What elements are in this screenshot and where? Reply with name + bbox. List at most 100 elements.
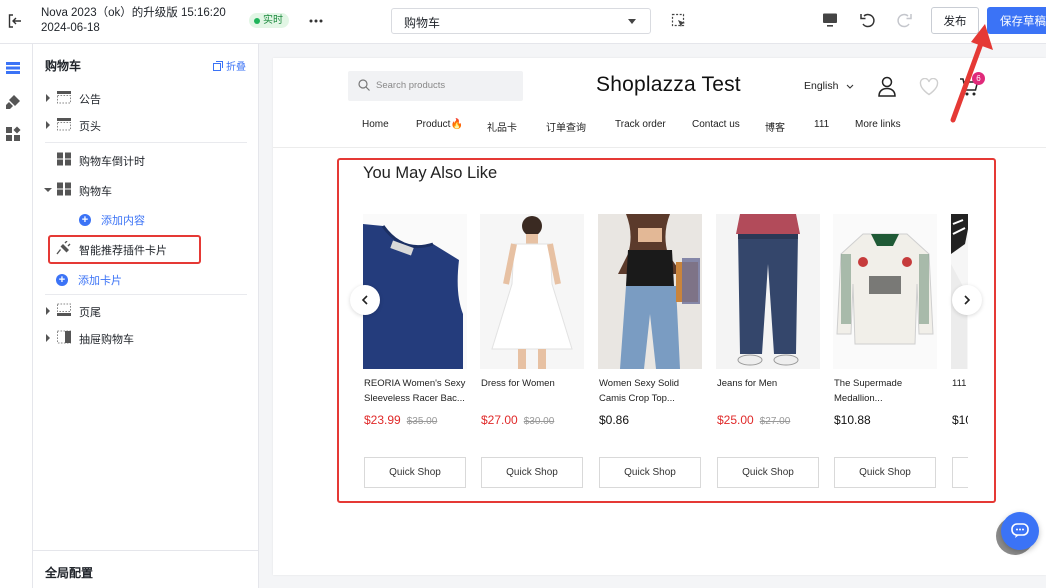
save-draft-button[interactable]: 保存草稿	[987, 7, 1046, 34]
plus-icon: +	[79, 214, 91, 226]
exit-icon[interactable]	[6, 12, 24, 30]
nav-item-track-order[interactable]: Track order	[615, 119, 666, 130]
add-content-button[interactable]: + 添加内容	[79, 212, 145, 228]
product-price: $10	[952, 413, 968, 427]
product-image-tank-top[interactable]	[363, 214, 467, 369]
product-price-value: $0.86	[599, 413, 630, 427]
global-settings-label: 全局配置	[45, 566, 94, 580]
quick-shop-button[interactable]: Quick Shop	[717, 457, 819, 488]
product-name[interactable]: Women Sexy Solid Camis Crop Top...	[599, 376, 707, 406]
add-card-button[interactable]: + 添加卡片	[56, 272, 122, 288]
apps-icon[interactable]	[5, 126, 21, 142]
sections-sidebar: 购物车 折叠 公告 页头 购物车倒计时 购物车 + 添加内容 智能推荐插件卡片 …	[33, 44, 259, 588]
sale-price: $25.00	[717, 413, 754, 427]
product-name[interactable]: REORIA Women's Sexy Sleeveless Racer Bac…	[364, 376, 472, 406]
store-search-input[interactable]: Search products	[348, 71, 523, 101]
section-block-icon	[57, 330, 71, 344]
nav-item-111[interactable]: 111	[814, 119, 829, 130]
product-price: $23.99 $35.00	[364, 413, 437, 427]
live-dot-icon	[254, 17, 260, 24]
page-select[interactable]: 购物车	[391, 8, 651, 34]
section-block-icon	[57, 303, 71, 316]
collapse-icon	[213, 60, 223, 71]
search-icon	[358, 79, 370, 91]
sidebar-item-label: 购物车	[79, 186, 112, 198]
product-price: $0.86	[599, 413, 629, 427]
undo-icon[interactable]	[859, 11, 877, 29]
header-divider	[273, 147, 1046, 148]
sidebar-item-header[interactable]: 页头	[33, 113, 259, 137]
product-price: $27.00 $30.00	[481, 413, 554, 427]
sidebar-item-footer[interactable]: 页尾	[33, 299, 259, 323]
collapse-all-label: 折叠	[226, 62, 246, 73]
nav-item-gift-card[interactable]: 礼品卡	[487, 119, 517, 134]
nav-item-more-links[interactable]: More links	[855, 119, 901, 130]
product-price-value: $10.88	[834, 413, 871, 427]
product-image-jeans[interactable]	[716, 214, 820, 369]
product-name[interactable]: Jeans for Men	[717, 376, 825, 391]
nav-item-contact[interactable]: Contact us	[692, 119, 740, 130]
sale-price: $23.99	[364, 413, 401, 427]
chevron-down-icon	[847, 84, 854, 89]
live-badge-label: 实时	[263, 15, 283, 26]
product-price-value: $10	[952, 413, 968, 427]
wishlist-icon[interactable]	[919, 78, 939, 96]
theme-date: 2024-06-18	[41, 22, 100, 34]
product-image-varsity-jacket[interactable]	[833, 214, 937, 369]
collapse-all-button[interactable]: 折叠	[213, 58, 246, 73]
quick-shop-button[interactable]: Quick Shop	[481, 457, 583, 488]
quick-shop-button[interactable]	[952, 457, 968, 488]
chevron-right-icon[interactable]	[45, 94, 51, 102]
product-image-camis-top[interactable]	[598, 214, 702, 369]
nav-item-product[interactable]: Product🔥	[416, 119, 463, 130]
language-selector[interactable]: English	[804, 80, 854, 92]
chevron-right-icon[interactable]	[45, 307, 51, 315]
preview-canvas: Search products Shoplazza Test English 6…	[273, 58, 1046, 575]
more-icon[interactable]	[307, 13, 325, 29]
product-image-white-dress[interactable]	[480, 214, 584, 369]
desktop-preview-icon[interactable]	[821, 12, 839, 28]
theme-style-icon[interactable]	[5, 94, 21, 110]
chevron-right-icon	[964, 295, 971, 305]
product-price: $25.00 $27.00	[717, 413, 790, 427]
nav-item-order-lookup[interactable]: 订单查询	[546, 119, 586, 134]
divider	[45, 142, 247, 143]
store-logo[interactable]: Shoplazza Test	[596, 73, 741, 97]
account-icon[interactable]	[877, 76, 897, 97]
chevron-down-icon[interactable]	[44, 187, 52, 193]
product-name[interactable]: 111	[952, 376, 968, 391]
chevron-right-icon[interactable]	[45, 334, 51, 342]
grid-section-icon	[57, 152, 71, 166]
quick-shop-button[interactable]: Quick Shop	[364, 457, 466, 488]
nav-item-blog[interactable]: 博客	[765, 119, 785, 134]
sidebar-item-cart[interactable]: 购物车	[33, 178, 259, 202]
global-settings[interactable]: 全局配置	[33, 550, 259, 588]
product-name[interactable]: Dress for Women	[481, 376, 589, 391]
sidebar-item-announcement[interactable]: 公告	[33, 86, 259, 110]
product-carousel: REORIA Women's Sexy Sleeveless Racer Bac…	[363, 214, 968, 489]
sidebar-item-label: 页头	[79, 121, 101, 133]
chat-icon	[1011, 523, 1029, 538]
add-content-label: 添加内容	[101, 215, 145, 227]
annotation-arrow-icon	[950, 24, 993, 123]
sidebar-item-cart-countdown[interactable]: 购物车倒计时	[33, 148, 259, 172]
carousel-prev-button[interactable]	[350, 285, 380, 315]
quick-shop-button[interactable]: Quick Shop	[599, 457, 701, 488]
section-title: You May Also Like	[363, 164, 498, 182]
compare-price: $27.00	[759, 416, 791, 427]
sidebar-item-label: 购物车倒计时	[79, 156, 145, 168]
page-select-value: 购物车	[404, 16, 441, 30]
sidebar-item-drawer-cart[interactable]: 抽屉购物车	[33, 326, 259, 350]
chat-button[interactable]	[1001, 512, 1039, 550]
sections-icon[interactable]	[5, 60, 21, 76]
sidebar-heading: 购物车	[45, 59, 82, 73]
select-element-icon[interactable]	[671, 13, 687, 29]
nav-item-home[interactable]: Home	[362, 119, 389, 130]
redo-icon[interactable]	[895, 11, 913, 29]
chevron-right-icon[interactable]	[45, 121, 51, 129]
product-price: $10.88	[834, 413, 871, 427]
product-name[interactable]: The Supermade Medallion...	[834, 376, 942, 406]
carousel-next-button[interactable]	[952, 285, 982, 315]
compare-price: $30.00	[523, 416, 555, 427]
quick-shop-button[interactable]: Quick Shop	[834, 457, 936, 488]
